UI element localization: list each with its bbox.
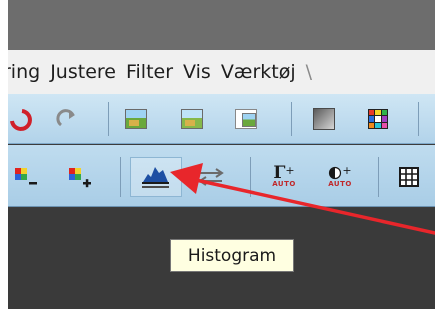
- menu-justere[interactable]: Justere: [50, 61, 126, 83]
- menu-partial-item[interactable]: ring: [8, 61, 50, 83]
- increase-color-button[interactable]: [62, 161, 98, 193]
- gamma-auto-button[interactable]: Γ + AUTO: [264, 157, 304, 197]
- menu-vaerktoej[interactable]: Værktøj: [221, 61, 306, 83]
- histogram-tooltip: Histogram: [170, 239, 294, 272]
- auto-label: AUTO: [272, 180, 296, 188]
- undo-button[interactable]: [8, 106, 38, 132]
- increase-color-icon: [69, 168, 91, 188]
- title-bar: [8, 0, 435, 50]
- toolbar-separator: [418, 102, 419, 136]
- plus-sign: +: [342, 164, 352, 177]
- undo-icon: [10, 109, 32, 131]
- gamma-auto-icon: Γ + AUTO: [272, 163, 296, 189]
- menu-bar: ring Justere Filter Vis Værktøj \: [8, 50, 435, 94]
- toolbar-separator: [108, 102, 109, 136]
- contrast-icon: [329, 166, 342, 180]
- toolbar-separator: [120, 157, 121, 197]
- adjust-toolbar: Γ + AUTO + AUTO: [8, 145, 435, 207]
- menu-partial-next[interactable]: \: [306, 61, 322, 83]
- histogram-button[interactable]: [130, 157, 182, 197]
- grayscale-icon: [313, 108, 335, 130]
- image-adjust-button[interactable]: [120, 104, 152, 134]
- toolbar-separator: [378, 157, 379, 197]
- image-paste-button[interactable]: [230, 104, 262, 134]
- redo-icon: [56, 109, 75, 127]
- redo-button[interactable]: [52, 106, 82, 132]
- toolbar-separator: [291, 102, 292, 136]
- histogram-icon: [142, 167, 169, 188]
- image-adjust-icon: [125, 109, 147, 129]
- decrease-color-button[interactable]: [8, 161, 44, 193]
- image-paste-icon: [235, 109, 257, 129]
- image-copy-icon: [181, 109, 203, 129]
- contrast-auto-button[interactable]: + AUTO: [320, 157, 360, 197]
- grid-icon: [399, 167, 419, 187]
- color-palette-button[interactable]: [362, 104, 394, 134]
- gamma-symbol: Γ: [273, 163, 286, 183]
- decrease-color-icon: [15, 168, 37, 185]
- grayscale-button[interactable]: [308, 104, 340, 134]
- toolbar-separator: [250, 157, 251, 197]
- main-toolbar: [8, 94, 435, 144]
- contrast-auto-icon: + AUTO: [328, 164, 352, 188]
- levels-icon: [198, 168, 224, 186]
- levels-button[interactable]: [194, 159, 228, 195]
- image-copy-button[interactable]: [176, 104, 208, 134]
- menu-filter[interactable]: Filter: [126, 61, 183, 83]
- plus-sign: +: [285, 164, 295, 177]
- menu-vis[interactable]: Vis: [183, 61, 221, 83]
- color-palette-icon: [368, 109, 388, 129]
- auto-label: AUTO: [328, 180, 352, 188]
- grid-button[interactable]: [392, 159, 426, 195]
